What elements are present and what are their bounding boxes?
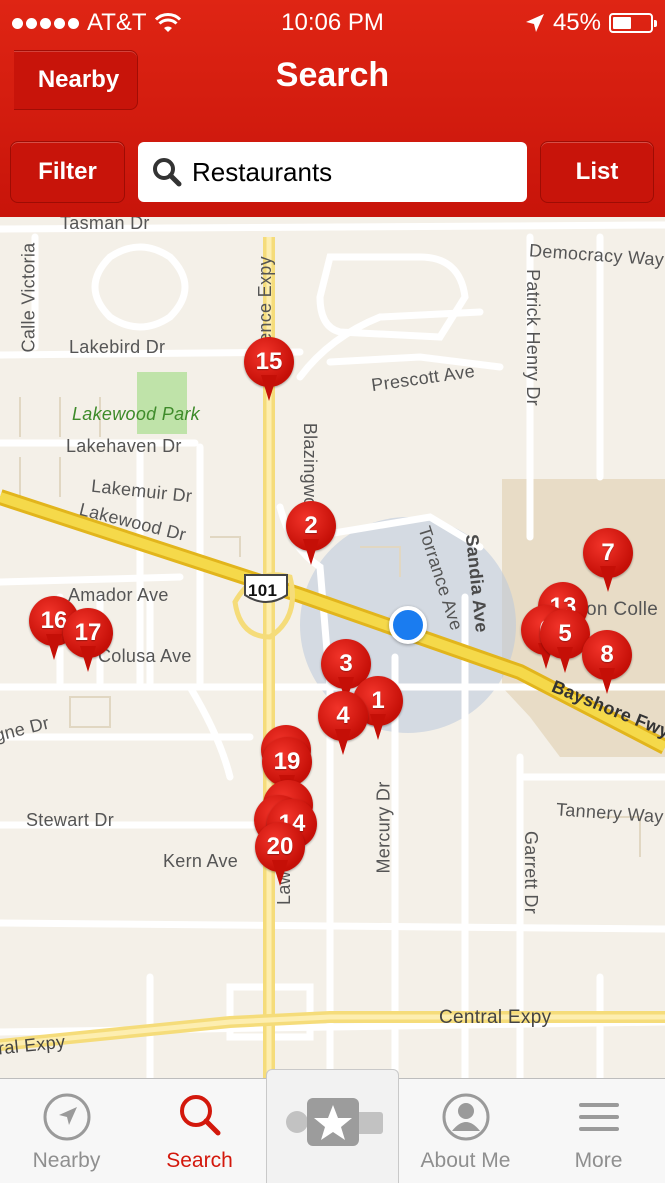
page-title: Search (275, 56, 390, 94)
tab-more[interactable]: More (532, 1079, 665, 1183)
park-label: Lakewood Park (72, 404, 200, 424)
map-pin[interactable]: 17 (62, 608, 114, 680)
map-pin[interactable]: 7 (582, 528, 634, 600)
battery-icon (609, 13, 657, 33)
tab-more-label: More (574, 1149, 623, 1172)
map-pin[interactable]: 8 (581, 630, 633, 702)
app-header: AT&T 10:06 PM 45% Nearby Search Filter L… (0, 0, 665, 217)
street-label: Central Expy (439, 1007, 552, 1028)
highway-shield-label: 101 (248, 581, 278, 600)
status-battery: 45% (525, 6, 657, 40)
search-icon (180, 1095, 221, 1136)
search-input[interactable] (190, 155, 514, 189)
street-label: ence Expy (254, 256, 275, 343)
location-arrow-icon (525, 14, 544, 32)
tab-search-label: Search (166, 1149, 233, 1172)
street-label: Kern Ave (163, 851, 239, 871)
street-label: Calle Victoria (18, 242, 39, 353)
tab-about-me[interactable]: About Me (399, 1079, 532, 1183)
search-icon (153, 158, 182, 187)
tab-about-me-label: About Me (420, 1149, 511, 1172)
map-pin[interactable]: 20 (254, 822, 306, 894)
street-label: Tasman Dr (60, 217, 150, 233)
street-label: Lakehaven Dr (66, 436, 182, 456)
campus-label: on Colle (586, 599, 659, 620)
map-pin[interactable]: 15 (243, 337, 295, 409)
star-camera-icon (286, 1098, 383, 1146)
compass-icon (43, 1093, 91, 1141)
street-label: Garrett Dr (521, 830, 542, 915)
street-label: Patrick Henry Dr (522, 269, 543, 406)
tab-nearby[interactable]: Nearby (0, 1079, 133, 1183)
tab-nearby-label: Nearby (32, 1149, 101, 1172)
street-label: Mercury Dr (373, 781, 394, 874)
street-label: Stewart Dr (26, 810, 115, 830)
list-button[interactable]: List (540, 141, 654, 203)
street-label: Lakebird Dr (69, 337, 166, 357)
profile-icon (442, 1093, 490, 1141)
battery-percent: 45% (552, 9, 601, 36)
tab-search[interactable]: Search (133, 1079, 266, 1183)
tab-checkin[interactable] (266, 1069, 399, 1183)
map-pin[interactable]: 4 (317, 691, 369, 763)
map-view[interactable]: Tasman Dr Calle Victoria Lakebird Dr Lak… (0, 217, 665, 1078)
tab-bar: Nearby Search About Me More (0, 1069, 665, 1183)
filter-button[interactable]: Filter (10, 141, 125, 203)
street-label: Amador Ave (68, 585, 169, 605)
menu-icon (579, 1103, 619, 1131)
user-location-dot (389, 606, 427, 644)
map-pin[interactable]: 2 (285, 501, 337, 573)
search-field[interactable] (138, 142, 527, 202)
